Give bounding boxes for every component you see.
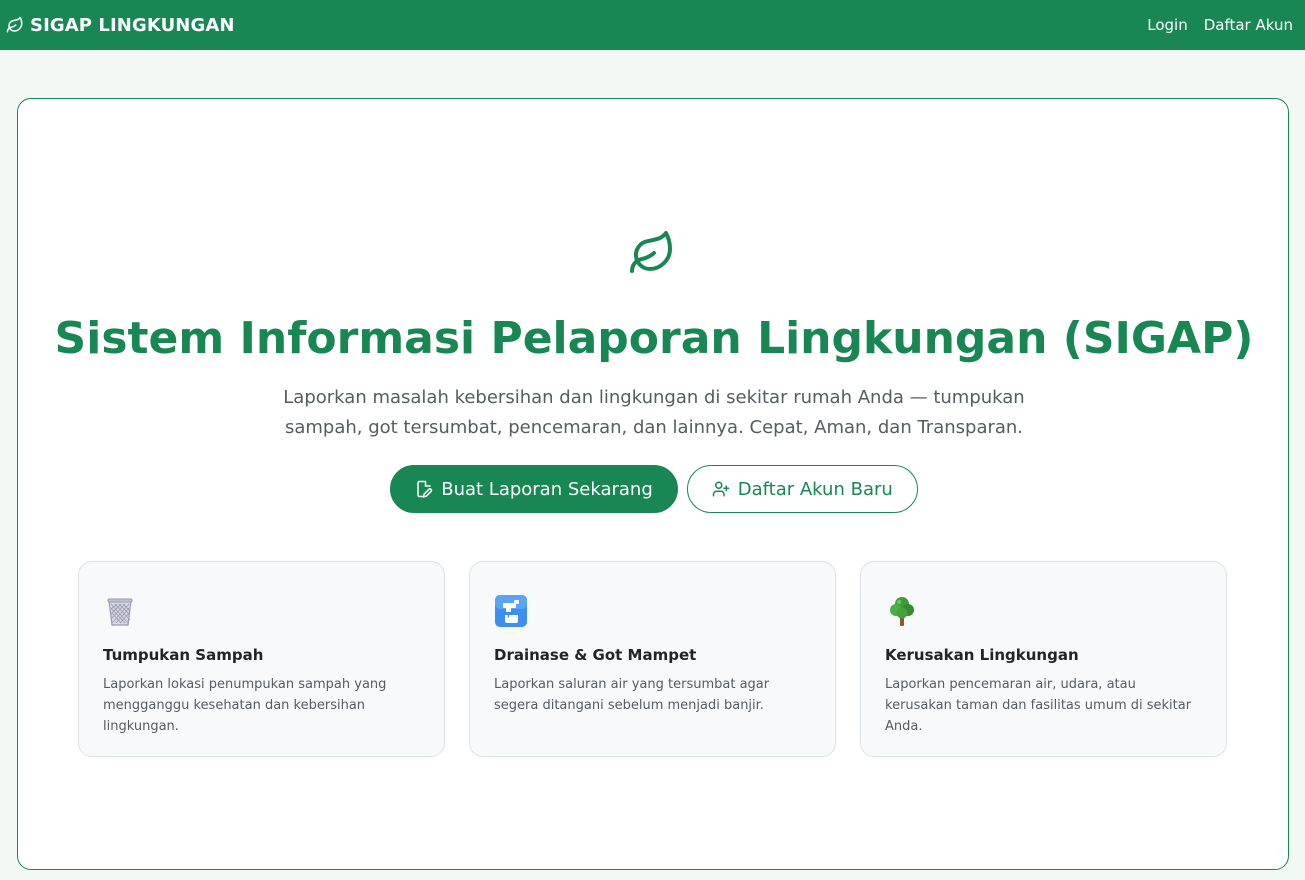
hero-actions: Buat Laporan Sekarang Daftar Akun Baru [18,465,1290,513]
file-edit-icon [417,480,433,498]
nav-link-login[interactable]: Login [1147,16,1187,34]
create-report-label: Buat Laporan Sekarang [441,478,653,500]
faucet-icon [495,595,527,627]
feature-description: Laporkan saluran air yang tersumbat agar… [494,677,770,713]
tree-icon [890,597,914,626]
wastebasket-icon [107,598,133,626]
hero-subtitle: Laporkan masalah kebersihan dan lingkung… [283,387,1025,438]
register-account-label: Daftar Akun Baru [737,478,893,500]
feature-description: Laporkan lokasi penumpukan sampah yang m… [103,677,387,734]
nav-links: Login Daftar Akun [1147,16,1293,34]
page-title: Sistem Informasi Pelaporan Lingkungan (S… [54,313,1254,364]
top-navbar: SIGAP LINGKUNGAN Login Daftar Akun [0,0,1305,50]
create-report-button[interactable]: Buat Laporan Sekarang [390,465,678,513]
feature-card-drainage: Drainase & Got Mampet Laporkan saluran a… [469,561,836,757]
feature-title: Tumpukan Sampah [103,646,264,664]
feature-card-environment: Kerusakan Lingkungan Laporkan pencemaran… [860,561,1227,757]
feature-card-garbage: Tumpukan Sampah Laporkan lokasi penumpuk… [78,561,445,757]
hero-card: Sistem Informasi Pelaporan Lingkungan (S… [17,98,1289,870]
brand-name: SIGAP LINGKUNGAN [30,14,235,36]
feature-list: Tumpukan Sampah Laporkan lokasi penumpuk… [78,561,1229,757]
leaf-icon [630,231,672,273]
feature-title: Drainase & Got Mampet [494,646,697,664]
person-plus-icon [712,481,729,497]
brand-link[interactable]: SIGAP LINGKUNGAN [6,15,235,36]
feature-title: Kerusakan Lingkungan [885,646,1079,664]
leaf-icon [6,16,23,33]
nav-link-register[interactable]: Daftar Akun [1204,16,1293,34]
register-account-button[interactable]: Daftar Akun Baru [686,465,918,513]
feature-description: Laporkan pencemaran air, udara, atau ker… [885,677,1192,734]
